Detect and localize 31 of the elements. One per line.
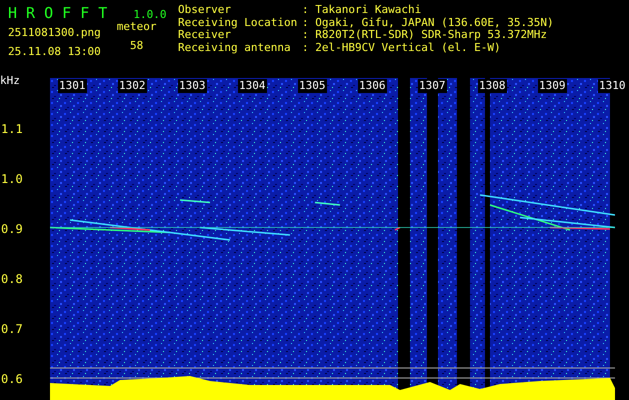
time-label: 1306: [358, 79, 386, 93]
info-label: Receiver: [178, 29, 231, 42]
meteor-label: meteor: [116, 20, 156, 33]
info-value: : Ogaki, Gifu, JAPAN (136.60E, 35.35N): [302, 16, 554, 29]
time-label: 1310: [598, 79, 626, 93]
app-title: H R O F F T: [8, 4, 108, 22]
file-name: 2511081300.png: [8, 26, 101, 39]
frequency-label: 0.6: [1, 372, 23, 386]
time-label: 1304: [238, 79, 266, 93]
frequency-label: 0.8: [1, 272, 23, 286]
unit-label: kHz: [0, 74, 20, 87]
meteor-count: 58: [130, 39, 144, 52]
info-label: Observer: [178, 4, 232, 16]
time-label: 1303: [178, 79, 206, 93]
time-label: 1305: [298, 79, 326, 93]
time-label: 1308: [478, 79, 506, 93]
time-label: 1301: [58, 79, 86, 93]
info-value: : R820T2(RTL-SDR) SDR-Sharp 53.372MHz: [302, 29, 548, 42]
frequency-label: 1.0: [1, 172, 23, 186]
version-label: 1.0.0: [133, 8, 166, 21]
time-label: 1302: [118, 79, 146, 93]
frequency-label: 0.9: [1, 222, 23, 236]
frequency-label: 0.7: [1, 322, 23, 336]
info-value: : 2el-HB9CV Vertical (el. E-W): [302, 42, 501, 54]
info-label: Receiving antenna: [178, 42, 292, 54]
info-value: : Takanori Kawachi: [302, 4, 422, 16]
time-label: 1307: [418, 79, 446, 93]
time-label: 1309: [538, 79, 566, 93]
frequency-label: 1.1: [1, 122, 23, 136]
date-time: 25.11.08 13:00: [8, 45, 101, 58]
info-label: Receiving Location: [178, 16, 298, 29]
